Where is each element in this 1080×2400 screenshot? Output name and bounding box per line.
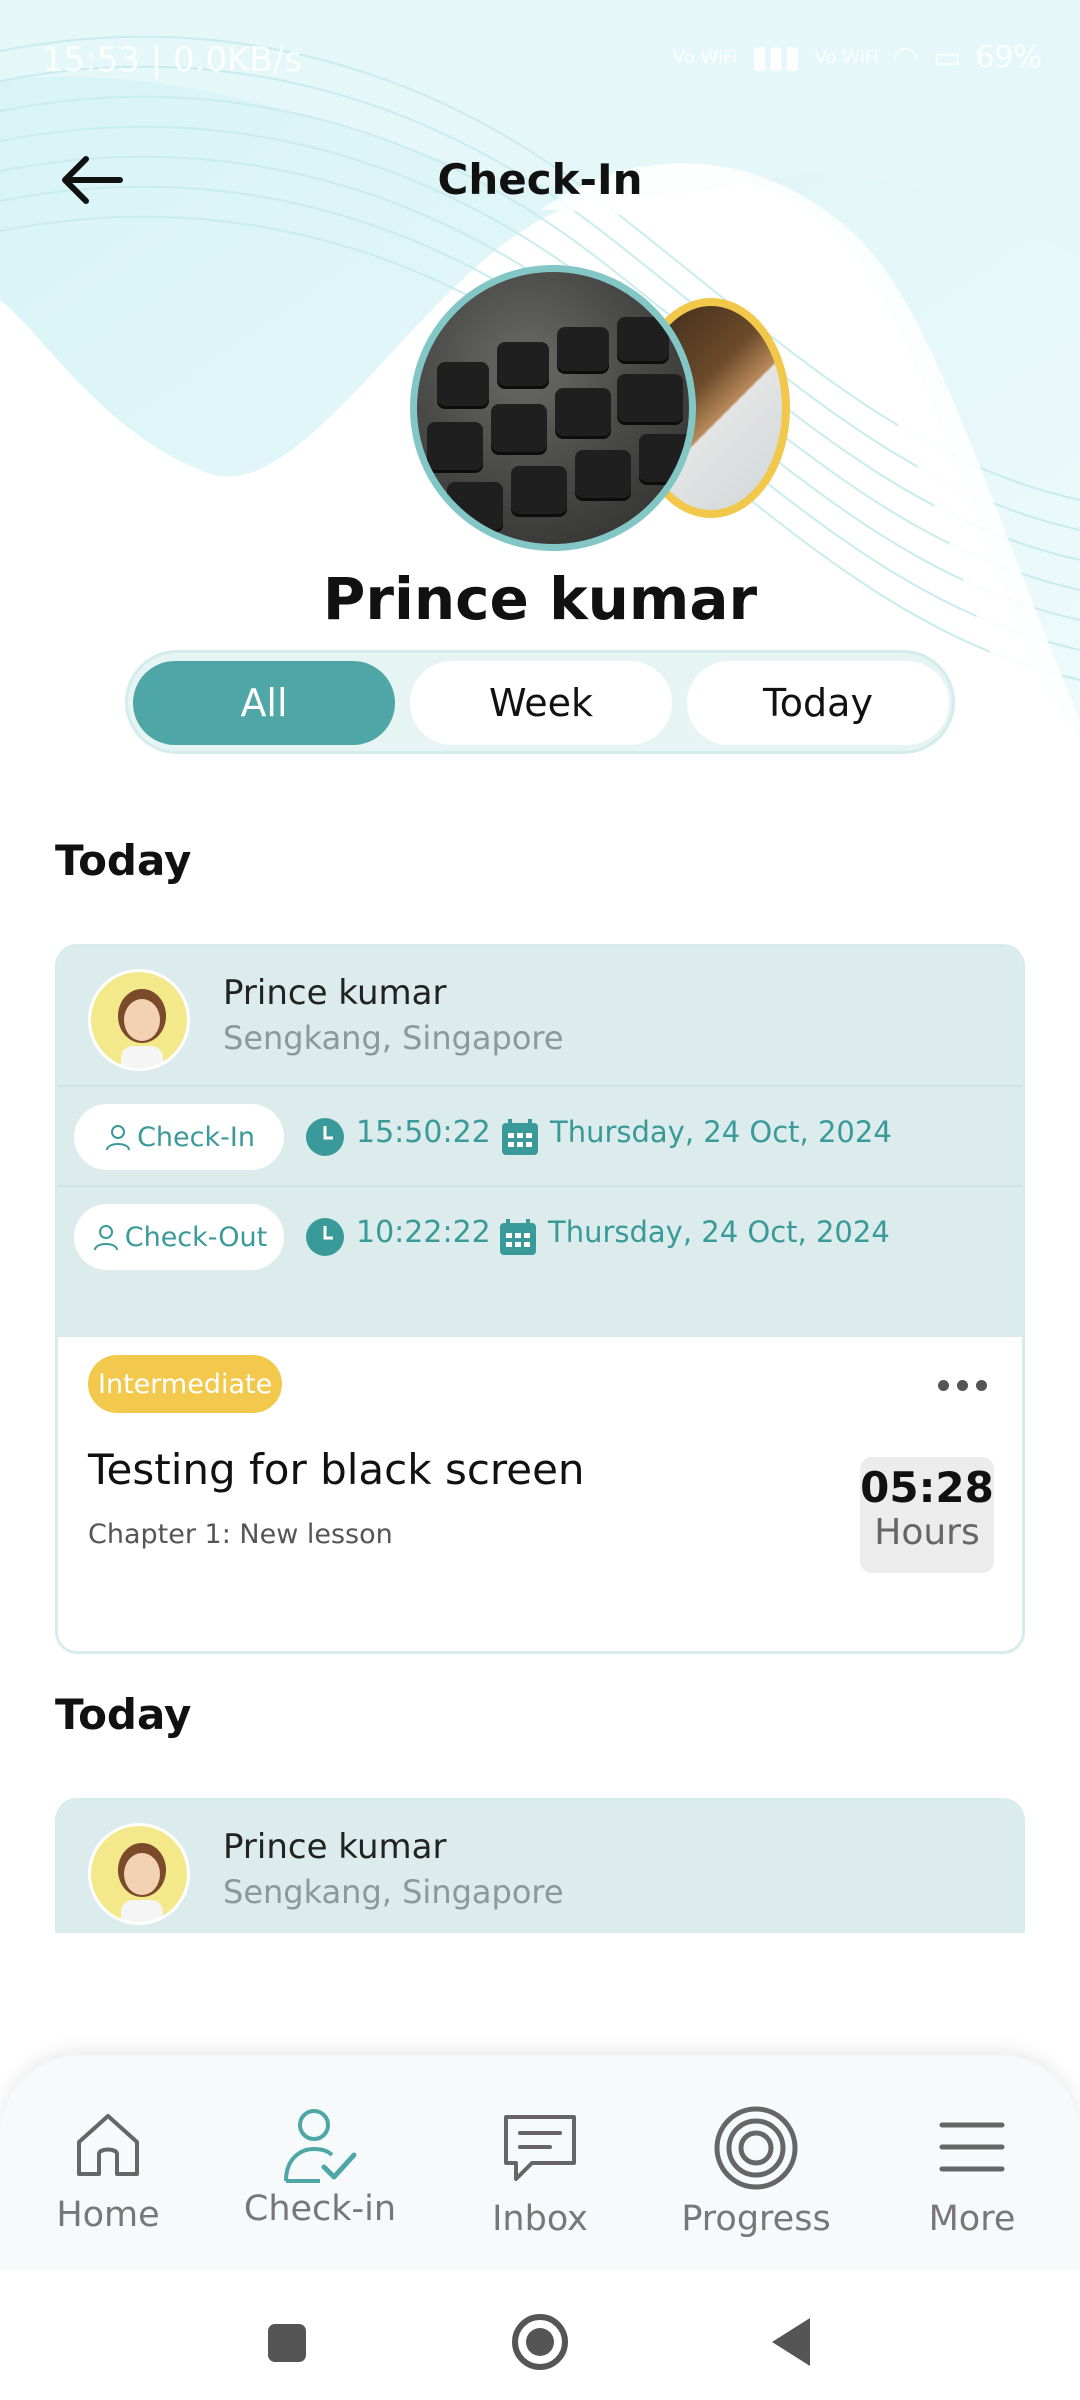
network-1-label: Vo WiFi <box>673 46 738 68</box>
card-user-location: Sengkang, Singapore <box>223 1019 564 1057</box>
tab-all[interactable]: All <box>133 661 395 745</box>
profile-photo[interactable] <box>410 265 696 551</box>
nav-progress[interactable]: Progress <box>648 2055 864 2270</box>
network-2-label: Vo WiFi <box>814 46 879 68</box>
check-out-label: Check-Out <box>124 1221 268 1253</box>
checkin-card[interactable]: Prince kumar Sengkang, Singapore Check-I… <box>55 944 1025 1654</box>
check-out-date: Thursday, 24 Oct, 2024 <box>548 1215 890 1249</box>
recent-apps-icon[interactable] <box>266 2322 308 2364</box>
user-icon <box>93 1225 118 1251</box>
card-user-name: Prince kumar <box>223 1827 447 1867</box>
card-user-name: Prince kumar <box>223 973 447 1013</box>
clock-icon <box>306 1218 344 1256</box>
dot-icon <box>975 1379 987 1391</box>
check-in-row: Check-In 15:50:22 Thursday, 24 Oct, 2024 <box>58 1087 1022 1187</box>
lesson-subtitle: Chapter 1: New lesson <box>88 1519 393 1550</box>
more-options-button[interactable] <box>932 1373 992 1397</box>
nav-home-label: Home <box>56 2195 160 2235</box>
bottom-navigation: Home Check-in Inbox Progress More <box>0 2055 1080 2270</box>
hours-label: Hours <box>874 1512 980 1553</box>
tab-today[interactable]: Today <box>687 661 949 745</box>
nav-check-in-label: Check-in <box>243 2189 397 2229</box>
home-circle-icon[interactable] <box>510 2312 570 2372</box>
clock-icon <box>306 1118 344 1156</box>
battery-icon: ▭ <box>932 40 962 75</box>
nav-more[interactable]: More <box>864 2055 1080 2270</box>
lesson-title: Testing for black screen <box>88 1445 585 1494</box>
battery-level: 69% <box>975 40 1042 75</box>
avatar <box>88 1823 190 1925</box>
calendar-icon <box>500 1219 536 1255</box>
status-bar: 15:53 | 0.0KB/s Vo WiFi ▮▮▮ Vo WiFi ◠ ▭ … <box>0 40 1080 90</box>
nav-more-label: More <box>928 2199 1016 2239</box>
hours-box: 05:28 Hours <box>860 1457 994 1573</box>
check-in-user-icon <box>284 2109 357 2183</box>
section-title: Today <box>55 1690 192 1739</box>
check-out-badge: Check-Out <box>74 1204 284 1270</box>
level-badge: Intermediate <box>88 1355 283 1413</box>
user-icon <box>106 1125 131 1151</box>
check-in-badge: Check-In <box>74 1104 284 1170</box>
check-out-time: 10:22:22 <box>356 1215 491 1250</box>
dot-icon <box>937 1379 949 1391</box>
profile-name: Prince kumar <box>322 565 758 633</box>
filter-segmented-control: All Week Today <box>125 650 955 754</box>
lesson-details: Intermediate Testing for black screen Ch… <box>58 1337 1022 1647</box>
nav-progress-label: Progress <box>681 2199 831 2239</box>
back-triangle-icon[interactable] <box>768 2316 812 2368</box>
checkin-card[interactable]: Prince kumar Sengkang, Singapore <box>55 1798 1025 1933</box>
card-user-row: Prince kumar Sengkang, Singapore <box>58 1801 1022 1933</box>
tab-week[interactable]: Week <box>410 661 672 745</box>
check-in-date: Thursday, 24 Oct, 2024 <box>550 1115 892 1149</box>
status-time: 15:53 | 0.0KB/s <box>42 40 302 80</box>
page-title: Check-In <box>437 155 643 204</box>
menu-icon <box>939 2122 1005 2172</box>
check-in-label: Check-In <box>137 1121 255 1153</box>
card-user-location: Sengkang, Singapore <box>223 1873 564 1911</box>
wifi-icon: ◠ <box>892 40 919 75</box>
dot-icon <box>956 1379 968 1391</box>
nav-home[interactable]: Home <box>0 2055 216 2270</box>
nav-check-in[interactable]: Check-in <box>212 2055 428 2270</box>
calendar-icon <box>502 1119 538 1155</box>
section-title: Today <box>55 836 192 885</box>
card-user-row: Prince kumar Sengkang, Singapore <box>58 947 1022 1087</box>
nav-inbox-label: Inbox <box>492 2199 588 2239</box>
chat-icon <box>504 2115 576 2181</box>
check-out-row: Check-Out 10:22:22 Thursday, 24 Oct, 202… <box>58 1187 1022 1337</box>
target-icon <box>714 2106 798 2190</box>
home-icon <box>77 2114 139 2176</box>
hours-value: 05:28 <box>860 1463 994 1512</box>
nav-inbox[interactable]: Inbox <box>432 2055 648 2270</box>
system-navigation-bar <box>0 2270 1080 2400</box>
avatar <box>88 969 190 1071</box>
check-in-time: 15:50:22 <box>356 1115 491 1150</box>
signal-icon: ▮▮▮ <box>751 40 801 75</box>
